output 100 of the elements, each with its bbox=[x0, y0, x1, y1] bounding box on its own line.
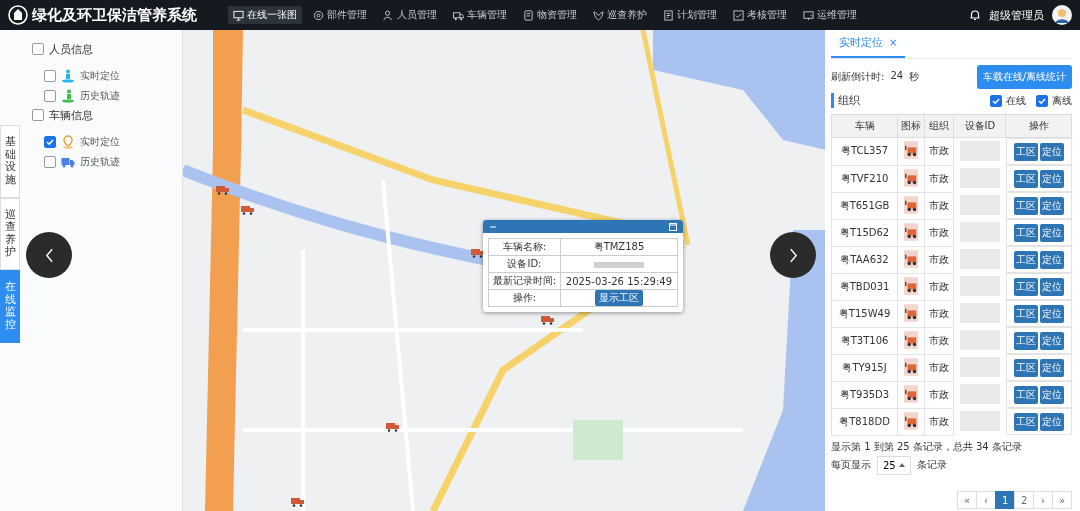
nav-tab[interactable]: 计划管理 bbox=[658, 6, 722, 24]
action-button[interactable]: 定位 bbox=[1039, 304, 1064, 323]
checkbox[interactable] bbox=[44, 70, 56, 82]
avatar-icon[interactable] bbox=[1052, 5, 1072, 25]
column-header: 图标 bbox=[897, 114, 925, 138]
side-tab[interactable]: 基础设施 bbox=[0, 125, 20, 198]
checkbox[interactable] bbox=[44, 136, 56, 148]
maximize-icon[interactable] bbox=[669, 222, 677, 231]
action-button[interactable]: 定位 bbox=[1039, 412, 1064, 431]
layer-label: 历史轨迹 bbox=[80, 89, 120, 103]
truck-icon bbox=[453, 9, 464, 21]
logo-icon bbox=[8, 5, 28, 25]
page-button[interactable]: › bbox=[1033, 491, 1053, 509]
vehicle-thumbnail-icon bbox=[904, 303, 919, 322]
checkbox[interactable] bbox=[1036, 94, 1048, 107]
vehicle-marker-icon[interactable] bbox=[541, 315, 555, 325]
map-view[interactable]: 车辆名称: 粤TMZ185 设备ID: 最新记录时间: 2025-03-26 15:29:49 操作: 显示工区 bbox=[183, 30, 825, 511]
checkbox[interactable] bbox=[32, 43, 44, 55]
page-button[interactable]: 2 bbox=[1014, 491, 1034, 509]
page-button[interactable]: ‹ bbox=[976, 491, 996, 509]
section-title: 组织 bbox=[831, 93, 860, 108]
table-cell: 粤TAA632 bbox=[831, 246, 898, 273]
table-cell: 粤T3T106 bbox=[831, 327, 898, 354]
vehicle-marker-icon[interactable] bbox=[471, 248, 485, 258]
stats-button[interactable]: 车载在线/离线统计 bbox=[976, 65, 1072, 89]
layer-label: 历史轨迹 bbox=[80, 155, 120, 169]
page-button[interactable]: » bbox=[1052, 491, 1072, 509]
action-button[interactable]: 工区 bbox=[1013, 196, 1038, 215]
table-cell: 市政 bbox=[924, 300, 954, 327]
action-button[interactable]: 定位 bbox=[1039, 358, 1064, 377]
action-button[interactable]: 工区 bbox=[1013, 331, 1038, 350]
layer-group-label: 车辆信息 bbox=[49, 107, 93, 123]
side-tab[interactable]: 巡查养护 bbox=[0, 197, 20, 271]
nav-tab[interactable]: 部件管理 bbox=[308, 6, 372, 24]
nav-tab[interactable]: 人员管理 bbox=[378, 6, 442, 24]
table-cell: 粤T651GB bbox=[831, 192, 898, 219]
table-cell: 市政 bbox=[924, 273, 954, 300]
action-button[interactable]: 工区 bbox=[1013, 169, 1038, 188]
action-button[interactable]: 定位 bbox=[1039, 277, 1064, 296]
layer-label: 实时定位 bbox=[80, 135, 120, 149]
table-cell: 市政 bbox=[924, 165, 954, 192]
gear-icon bbox=[313, 9, 324, 21]
action-button[interactable]: 定位 bbox=[1039, 223, 1064, 242]
action-button[interactable]: 工区 bbox=[1013, 277, 1038, 296]
column-header: 组织 bbox=[924, 114, 954, 138]
action-button[interactable]: 定位 bbox=[1039, 250, 1064, 269]
person-icon bbox=[61, 89, 75, 103]
page-button[interactable]: 1 bbox=[995, 491, 1015, 509]
show-area-button[interactable]: 显示工区 bbox=[594, 290, 643, 306]
nav-tab[interactable]: 车辆管理 bbox=[448, 6, 512, 24]
column-header: 操作 bbox=[1005, 114, 1072, 138]
nav-tab[interactable]: 巡查养护 bbox=[588, 6, 652, 24]
action-button[interactable]: 定位 bbox=[1039, 331, 1064, 350]
vehicle-marker-icon[interactable] bbox=[291, 497, 305, 507]
action-button[interactable]: 定位 bbox=[1039, 142, 1064, 161]
panel-tab[interactable]: 实时定位 × bbox=[831, 35, 906, 58]
screen-icon bbox=[803, 9, 814, 21]
table-cell: 市政 bbox=[924, 354, 954, 381]
popup-label: 最新记录时间: bbox=[488, 272, 561, 290]
table-cell: 市政 bbox=[924, 327, 954, 354]
action-button[interactable]: 工区 bbox=[1013, 304, 1038, 323]
page-button[interactable]: « bbox=[957, 491, 977, 509]
filter-label: 在线 bbox=[1006, 93, 1026, 108]
page-size-suffix: 条记录 bbox=[916, 458, 947, 472]
action-button[interactable]: 工区 bbox=[1013, 223, 1038, 242]
action-button[interactable]: 工区 bbox=[1013, 358, 1038, 377]
vehicle-thumbnail-icon bbox=[904, 195, 919, 214]
action-button[interactable]: 定位 bbox=[1039, 196, 1064, 215]
table-cell: 市政 bbox=[924, 219, 954, 246]
table-cell: 粤TY915J bbox=[831, 354, 898, 381]
action-button[interactable]: 工区 bbox=[1013, 385, 1038, 404]
page-size-label: 每页显示 bbox=[831, 458, 871, 472]
popup-value: 2025-03-26 15:29:49 bbox=[565, 275, 673, 287]
vehicle-marker-icon[interactable] bbox=[241, 205, 255, 215]
nav-tab[interactable]: 物资管理 bbox=[518, 6, 582, 24]
checkbox[interactable] bbox=[44, 156, 56, 168]
page-size-dropdown[interactable]: 25 bbox=[877, 455, 911, 475]
nav-tab[interactable]: 在线一张图 bbox=[228, 6, 302, 24]
vehicle-marker-icon[interactable] bbox=[386, 422, 400, 432]
action-button[interactable]: 定位 bbox=[1039, 385, 1064, 404]
nav-tab[interactable]: 考核管理 bbox=[728, 6, 792, 24]
nav-tab[interactable]: 运维管理 bbox=[798, 6, 862, 24]
countdown-label: 刷新倒计时: bbox=[831, 70, 885, 84]
side-tab[interactable]: 在线监控 bbox=[0, 270, 20, 343]
checkbox[interactable] bbox=[32, 109, 44, 121]
table-cell: 粤TBD031 bbox=[831, 273, 898, 300]
bell-icon[interactable] bbox=[969, 9, 981, 21]
popup-value: 粤TMZ185 bbox=[593, 241, 645, 252]
checkbox[interactable] bbox=[990, 94, 1002, 107]
app-title: 绿化及环卫保洁管养系统 bbox=[32, 5, 197, 25]
action-button[interactable]: 工区 bbox=[1013, 412, 1038, 431]
user-name[interactable]: 超级管理员 bbox=[989, 7, 1044, 23]
action-button[interactable]: 工区 bbox=[1013, 142, 1038, 161]
table-cell: 市政 bbox=[924, 408, 954, 435]
leaf-icon bbox=[593, 9, 604, 21]
action-button[interactable]: 定位 bbox=[1039, 169, 1064, 188]
vehicle-marker-icon[interactable] bbox=[216, 185, 230, 195]
table-cell: 粤T935D3 bbox=[831, 381, 898, 408]
checkbox[interactable] bbox=[44, 90, 56, 102]
action-button[interactable]: 工区 bbox=[1013, 250, 1038, 269]
